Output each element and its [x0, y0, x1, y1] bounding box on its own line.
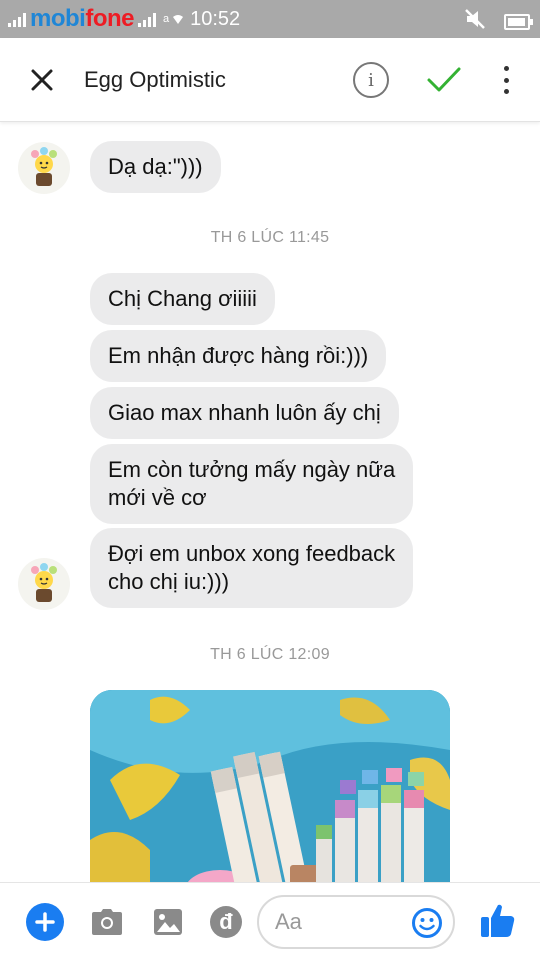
message-input-container[interactable]	[257, 895, 455, 949]
info-button[interactable]: i	[353, 62, 389, 98]
message-text: Em còn tưởng mấy ngày nữa	[108, 457, 396, 482]
message-input[interactable]	[275, 906, 415, 938]
status-bar: mobifone a 10:52	[0, 0, 540, 38]
message-text: Dạ dạ:")))	[108, 154, 203, 179]
done-button[interactable]	[424, 60, 464, 100]
message-bubble[interactable]: Em nhận được hàng rồi:)))	[90, 330, 387, 382]
message-text: Chị Chang ơiiiii	[108, 286, 257, 311]
camera-button[interactable]	[88, 903, 126, 941]
signal-strength-icon	[138, 11, 156, 27]
plus-icon	[35, 912, 55, 932]
carrier-logo: mobifone	[30, 5, 134, 32]
conversation-header: Egg Optimistic i	[0, 38, 540, 122]
emoji-button[interactable]	[411, 907, 443, 939]
close-icon	[31, 69, 53, 91]
checkmark-icon	[427, 67, 461, 92]
payment-button[interactable]: đ	[207, 903, 245, 941]
close-button[interactable]	[22, 60, 62, 100]
message-bubble[interactable]: Em còn tưởng mấy ngày nữa mới về cơ	[90, 444, 414, 524]
message-bubble[interactable]: Đợi em unbox xong feedback cho chị iu:))…	[90, 528, 414, 608]
timestamp: TH 6 LÚC 12:09	[210, 646, 330, 663]
message-text: Đợi em unbox xong feedback	[108, 541, 396, 566]
message-bubble[interactable]: Dạ dạ:")))	[90, 141, 221, 193]
like-icon	[481, 904, 515, 937]
message-bubble[interactable]: Giao max nhanh luôn ấy chị	[90, 387, 399, 439]
info-icon: i	[368, 69, 374, 91]
gallery-button[interactable]	[149, 903, 187, 941]
more-vertical-icon	[503, 66, 509, 71]
status-left: mobifone a 10:52	[8, 5, 241, 32]
message-bubble[interactable]: Chị Chang ơiiiii	[90, 273, 275, 325]
battery-icon	[504, 13, 533, 30]
payment-icon: đ	[210, 906, 242, 938]
more-options-button[interactable]	[496, 62, 516, 98]
status-time: 10:52	[190, 7, 241, 30]
message-list[interactable]: Dạ dạ:"))) TH 6 LÚC 11:45 Chị Chang ơiii…	[0, 122, 540, 882]
mute-icon	[464, 8, 486, 35]
avatar[interactable]	[18, 142, 70, 194]
message-composer: đ	[0, 882, 540, 960]
conversation-title: Egg Optimistic	[84, 67, 226, 92]
status-right	[464, 8, 533, 35]
like-button[interactable]	[478, 901, 518, 941]
avatar[interactable]	[18, 558, 70, 610]
markers-photo	[90, 690, 450, 882]
message-text: Giao max nhanh luôn ấy chị	[108, 400, 381, 425]
emoji-icon	[412, 908, 442, 938]
avatar-icon	[31, 147, 57, 186]
photo-attachment[interactable]	[90, 690, 450, 882]
more-actions-button[interactable]	[26, 903, 64, 941]
status-indicator: a	[163, 13, 170, 25]
message-text: cho chị iu:)))	[108, 569, 230, 594]
avatar-icon	[31, 563, 57, 602]
message-text: Em nhận được hàng rồi:)))	[108, 343, 369, 368]
signal-strength-icon	[8, 11, 26, 27]
wifi-icon	[172, 13, 184, 25]
timestamp: TH 6 LÚC 11:45	[210, 229, 330, 246]
image-icon	[154, 909, 182, 935]
message-text: mới về cơ	[108, 485, 207, 510]
camera-icon	[92, 909, 122, 935]
